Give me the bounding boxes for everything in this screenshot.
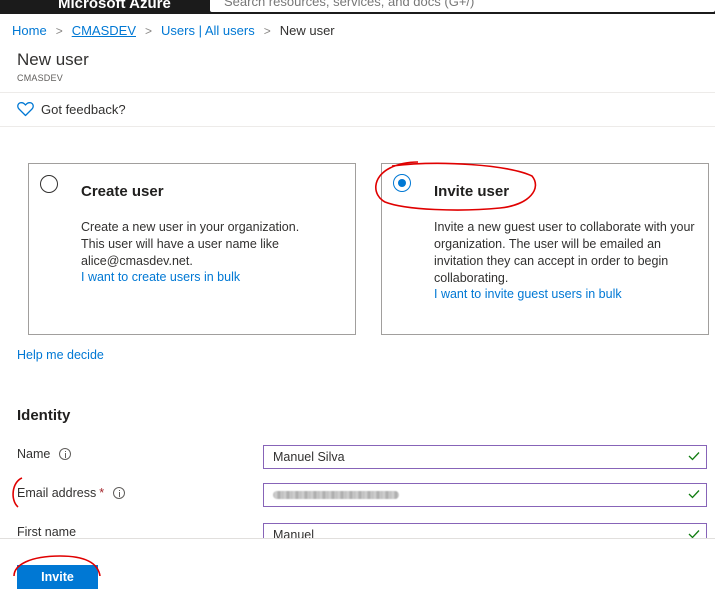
first-name-label-text: First name [17, 525, 77, 539]
chevron-right-icon: > [55, 23, 63, 38]
name-label-text: Name [17, 447, 51, 461]
feedback-bar: Got feedback? [0, 92, 715, 127]
invite-user-description: Invite a new guest user to collaborate w… [434, 220, 695, 285]
invite-user-radio[interactable] [393, 174, 411, 192]
checkmark-icon [688, 490, 700, 499]
breadcrumb-users[interactable]: Users | All users [161, 23, 255, 38]
footer-bar [0, 538, 715, 576]
email-label-text: Email address [17, 486, 97, 500]
azure-top-bar: Microsoft Azure Search resources, servic… [0, 0, 715, 14]
checkmark-icon [688, 452, 700, 461]
create-user-option[interactable]: Create user Create a new user in your or… [28, 163, 356, 335]
breadcrumb: Home > CMASDEV > Users | All users > New… [12, 23, 335, 38]
create-users-bulk-link[interactable]: I want to create users in bulk [81, 270, 240, 284]
name-input-value: Manuel Silva [273, 450, 345, 464]
first-name-label: First name [17, 525, 76, 539]
invite-button[interactable]: Invite [17, 565, 98, 589]
invite-user-title: Invite user [434, 183, 510, 200]
name-input[interactable]: Manuel Silva [263, 445, 707, 469]
help-me-decide-link[interactable]: Help me decide [17, 348, 104, 362]
redacted-email-value [273, 491, 399, 499]
name-label: Name [17, 447, 72, 461]
required-asterisk: * [99, 486, 105, 500]
info-icon[interactable] [59, 448, 72, 460]
email-input[interactable] [263, 483, 707, 507]
identity-section-title: Identity [17, 407, 71, 424]
page-title: New user [17, 50, 89, 69]
create-user-radio[interactable] [40, 175, 58, 193]
chevron-right-icon: > [263, 23, 271, 38]
global-search-input[interactable]: Search resources, services, and docs (G+… [210, 0, 715, 12]
invite-users-bulk-link[interactable]: I want to invite guest users in bulk [434, 287, 622, 301]
azure-brand[interactable]: Microsoft Azure [58, 0, 171, 12]
chevron-right-icon: > [145, 23, 153, 38]
invite-user-option[interactable]: Invite user Invite a new guest user to c… [381, 163, 709, 335]
create-user-description: Create a new user in your organization. … [81, 220, 300, 268]
breadcrumb-current: New user [279, 23, 335, 38]
heart-icon[interactable] [17, 101, 34, 117]
info-icon[interactable] [113, 487, 126, 499]
breadcrumb-home[interactable]: Home [12, 23, 47, 38]
email-label: Email address * [17, 486, 126, 500]
page-subtitle: CMASDEV [17, 73, 63, 83]
breadcrumb-directory[interactable]: CMASDEV [72, 23, 136, 38]
feedback-link[interactable]: Got feedback? [41, 102, 126, 117]
create-user-title: Create user [81, 183, 164, 200]
